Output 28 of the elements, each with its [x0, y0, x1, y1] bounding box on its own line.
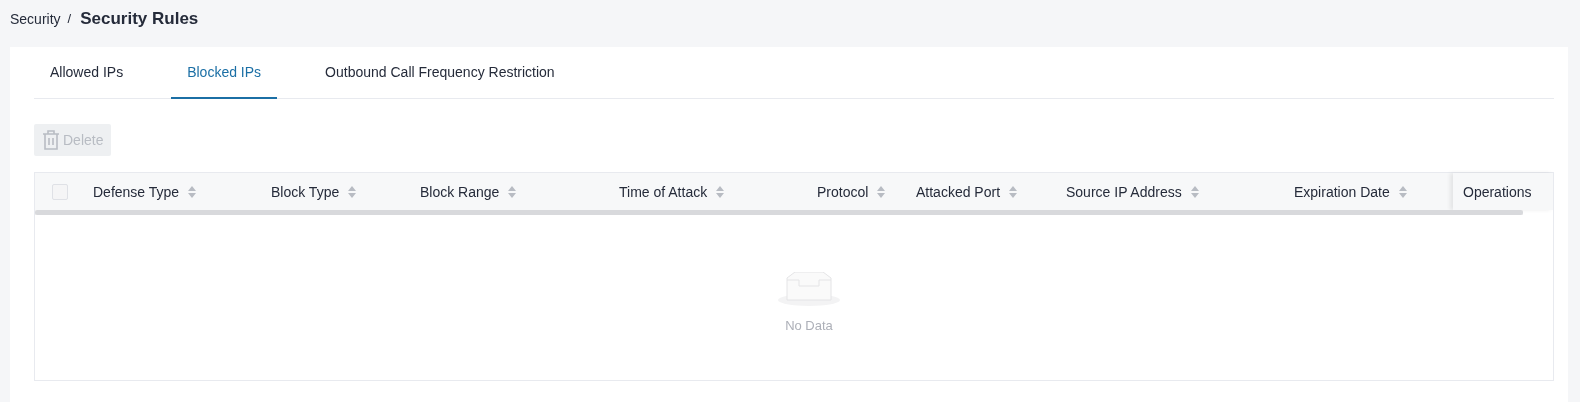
column-header: Operations [1463, 183, 1532, 200]
empty-message: No Data [785, 318, 833, 333]
page-title: Security Rules [80, 8, 199, 29]
column-header: Protocol [817, 183, 869, 200]
tab[interactable]: Outbound Call Frequency Restriction [309, 47, 571, 99]
breadcrumb-link[interactable]: Security [10, 10, 61, 27]
column-header: Time of Attack [619, 183, 708, 200]
column-header: Expiration Date [1294, 183, 1390, 200]
tab[interactable]: Blocked IPs [171, 47, 278, 99]
tab[interactable]: Allowed IPs [34, 47, 140, 99]
sort-icon[interactable] [1009, 185, 1018, 198]
column-header: Source IP Address [1066, 183, 1182, 200]
sort-icon[interactable] [716, 185, 725, 198]
select-all-checkbox[interactable] [52, 183, 68, 200]
sort-icon[interactable] [188, 185, 197, 198]
trash-icon [42, 130, 60, 150]
scrollbar[interactable] [35, 210, 1523, 215]
sort-icon[interactable] [348, 185, 357, 198]
sort-icon[interactable] [1190, 185, 1199, 198]
column-header: Defense Type [93, 183, 180, 200]
sort-icon[interactable] [1398, 185, 1407, 198]
column-header: Block Range [420, 183, 500, 200]
empty-box-icon [777, 272, 841, 306]
sort-icon[interactable] [508, 185, 517, 198]
column-header: Attacked Port [916, 183, 1001, 200]
column-header: Block Type [271, 183, 340, 200]
breadcrumb-separator: / [67, 11, 72, 26]
sort-icon[interactable] [877, 185, 886, 198]
